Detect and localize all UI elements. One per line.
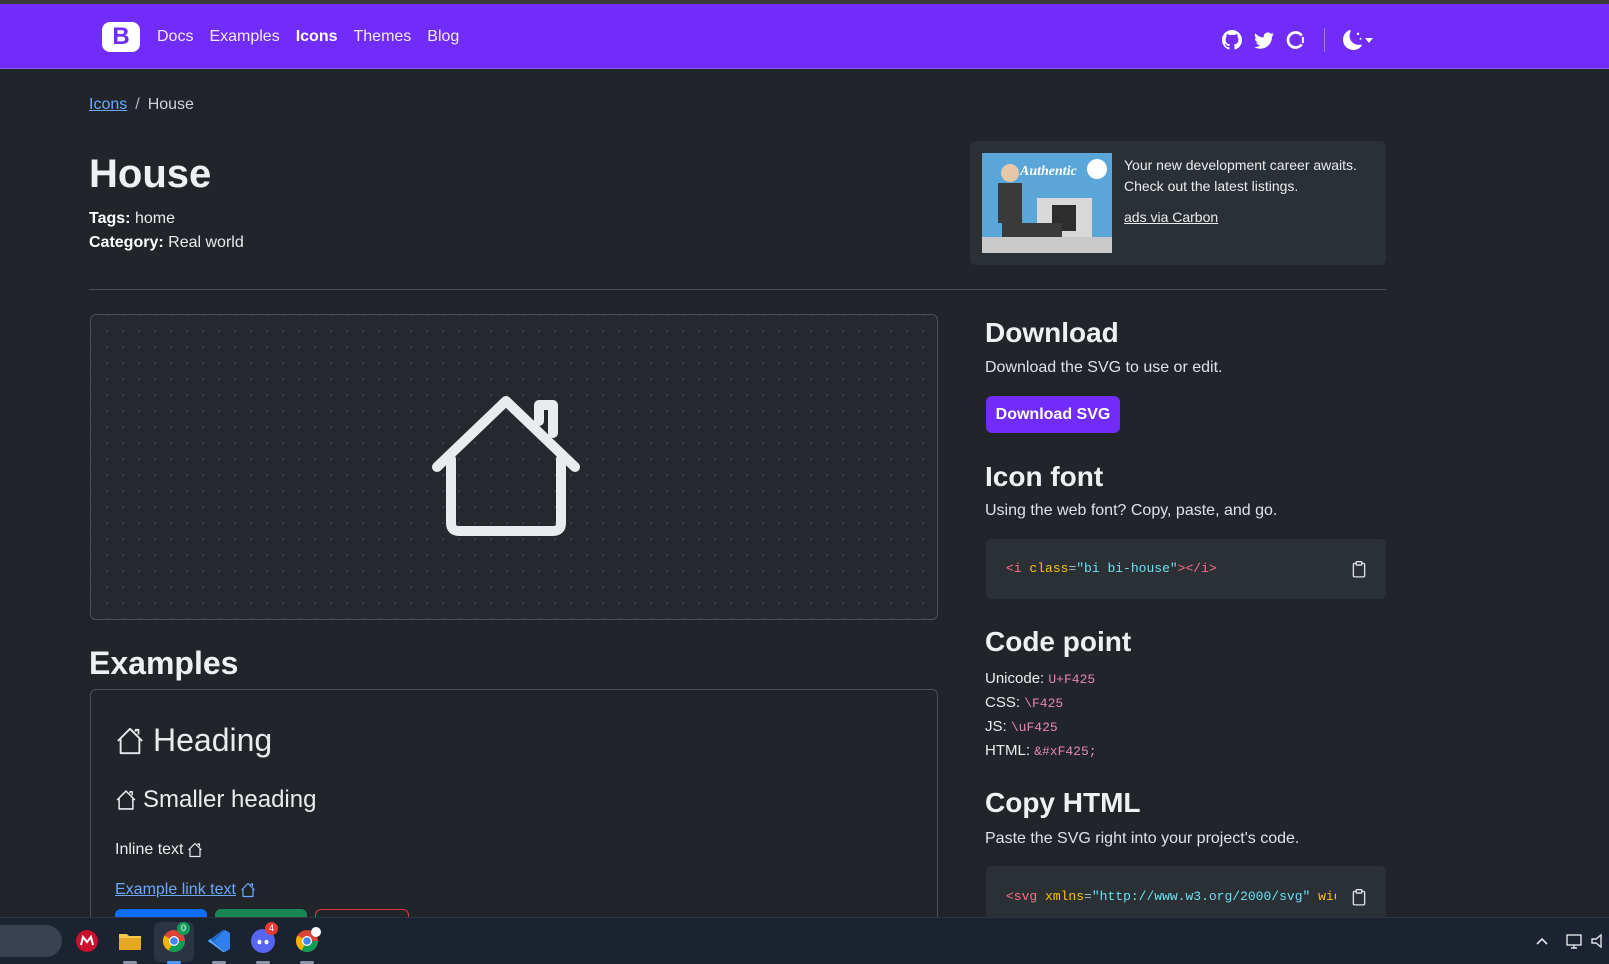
examples-title: Examples xyxy=(89,645,239,681)
example-smaller-heading: Smaller heading xyxy=(115,786,316,814)
category-label: Category: xyxy=(89,234,164,251)
volume-icon[interactable] xyxy=(1589,931,1609,951)
code-point-unicode: Unicode: U+F425 xyxy=(985,670,1096,687)
discord-badge: 4 xyxy=(265,922,278,935)
icon-font-code[interactable]: <i class="bi bi-house"></i> xyxy=(1006,561,1217,576)
code-point-html-value[interactable]: &#xF425; xyxy=(1034,744,1096,759)
ad-link[interactable]: ads via Carbon xyxy=(1124,209,1218,225)
house-icon xyxy=(117,727,143,754)
icon-preview xyxy=(90,314,938,620)
tags-row: Tags: home xyxy=(89,210,175,228)
breadcrumb-current: House xyxy=(147,96,194,113)
file-explorer-icon[interactable] xyxy=(115,926,145,956)
download-svg-button[interactable]: Download SVG xyxy=(986,396,1120,433)
download-title: Download xyxy=(985,317,1119,348)
moon-stars-icon xyxy=(1343,30,1362,50)
example-inline-text-label: Inline text xyxy=(115,841,184,858)
example-link[interactable]: Example link text xyxy=(115,881,256,899)
example-inline-text: Inline text xyxy=(115,841,203,859)
taskbar-search[interactable] xyxy=(0,925,62,957)
clipboard-icon[interactable] xyxy=(1350,559,1368,579)
house-icon xyxy=(116,790,136,810)
vscode-icon[interactable] xyxy=(204,926,234,956)
nav-link-themes[interactable]: Themes xyxy=(354,28,412,46)
copy-html-description: Paste the SVG right into your project's … xyxy=(985,830,1300,847)
examples-box: Heading Smaller heading Inline text Exam… xyxy=(90,689,938,951)
nav-link-blog[interactable]: Blog xyxy=(427,28,459,46)
nav-icons xyxy=(1222,28,1373,52)
github-icon[interactable] xyxy=(1222,30,1242,50)
page-title: House xyxy=(89,152,212,196)
house-icon xyxy=(241,882,255,898)
icon-font-description: Using the web font? Copy, paste, and go. xyxy=(985,502,1278,519)
code-point-title: Code point xyxy=(985,626,1132,657)
divider xyxy=(89,289,1386,290)
icon-font-title: Icon font xyxy=(985,461,1104,492)
tags-label: Tags: xyxy=(89,210,131,227)
nav-link-examples[interactable]: Examples xyxy=(209,28,279,46)
network-icon[interactable] xyxy=(1565,931,1585,951)
twitter-icon[interactable] xyxy=(1254,30,1274,50)
copy-html-title: Copy HTML xyxy=(985,787,1141,818)
breadcrumb-icons-link[interactable]: Icons xyxy=(89,96,127,114)
theme-toggle[interactable] xyxy=(1343,30,1373,50)
download-description: Download the SVG to use or edit. xyxy=(985,359,1223,376)
chrome-badge: 0 xyxy=(177,922,190,935)
house-icon xyxy=(432,396,580,536)
ad-logo-text: Authentic xyxy=(1019,164,1078,179)
mcafee-icon[interactable] xyxy=(72,926,102,956)
example-heading: Heading xyxy=(115,722,272,759)
nav-divider xyxy=(1324,28,1325,52)
house-icon xyxy=(188,842,203,858)
navbar: B Docs Examples Icons Themes Blog xyxy=(0,4,1609,69)
example-smaller-heading-text: Smaller heading xyxy=(143,786,317,813)
taskbar: 0 4 xyxy=(0,917,1609,964)
code-point-css: CSS: \F425 xyxy=(985,694,1064,711)
breadcrumb: Icons / House xyxy=(89,96,194,114)
nav-link-docs[interactable]: Docs xyxy=(157,28,193,46)
code-point-unicode-value[interactable]: U+F425 xyxy=(1048,672,1095,687)
code-point-css-value[interactable]: \F425 xyxy=(1024,696,1063,711)
breadcrumb-separator: / xyxy=(135,96,140,113)
copy-html-code[interactable]: <svg xmlns="http://www.w3.org/2000/svg" … xyxy=(1006,889,1336,904)
clipboard-icon[interactable] xyxy=(1350,887,1368,907)
category-row: Category: Real world xyxy=(89,234,244,252)
chevron-up-icon[interactable] xyxy=(1532,931,1552,951)
ad-text[interactable]: Your new development career awaits. Chec… xyxy=(1124,155,1374,197)
icon-font-code-block: <i class="bi bi-house"></i> xyxy=(986,539,1386,599)
example-link-label: Example link text xyxy=(115,881,236,898)
nav-links: Docs Examples Icons Themes Blog xyxy=(157,28,459,46)
tags-value[interactable]: home xyxy=(135,210,175,227)
ad-image[interactable]: Authentic xyxy=(982,153,1112,253)
nav-link-icons[interactable]: Icons xyxy=(296,28,338,46)
code-point-html: HTML: &#xF425; xyxy=(985,742,1097,759)
carbon-ad: Authentic Your new development career aw… xyxy=(970,141,1386,265)
bootstrap-logo[interactable]: B xyxy=(102,22,140,52)
example-heading-text: Heading xyxy=(153,722,273,758)
category-value: Real world xyxy=(168,234,244,251)
code-point-js-value[interactable]: \uF425 xyxy=(1011,720,1058,735)
chrome-profile-icon[interactable] xyxy=(292,926,322,956)
code-point-js: JS: \uF425 xyxy=(985,718,1058,735)
opencollective-icon[interactable] xyxy=(1286,30,1306,50)
chevron-down-icon xyxy=(1365,37,1373,43)
